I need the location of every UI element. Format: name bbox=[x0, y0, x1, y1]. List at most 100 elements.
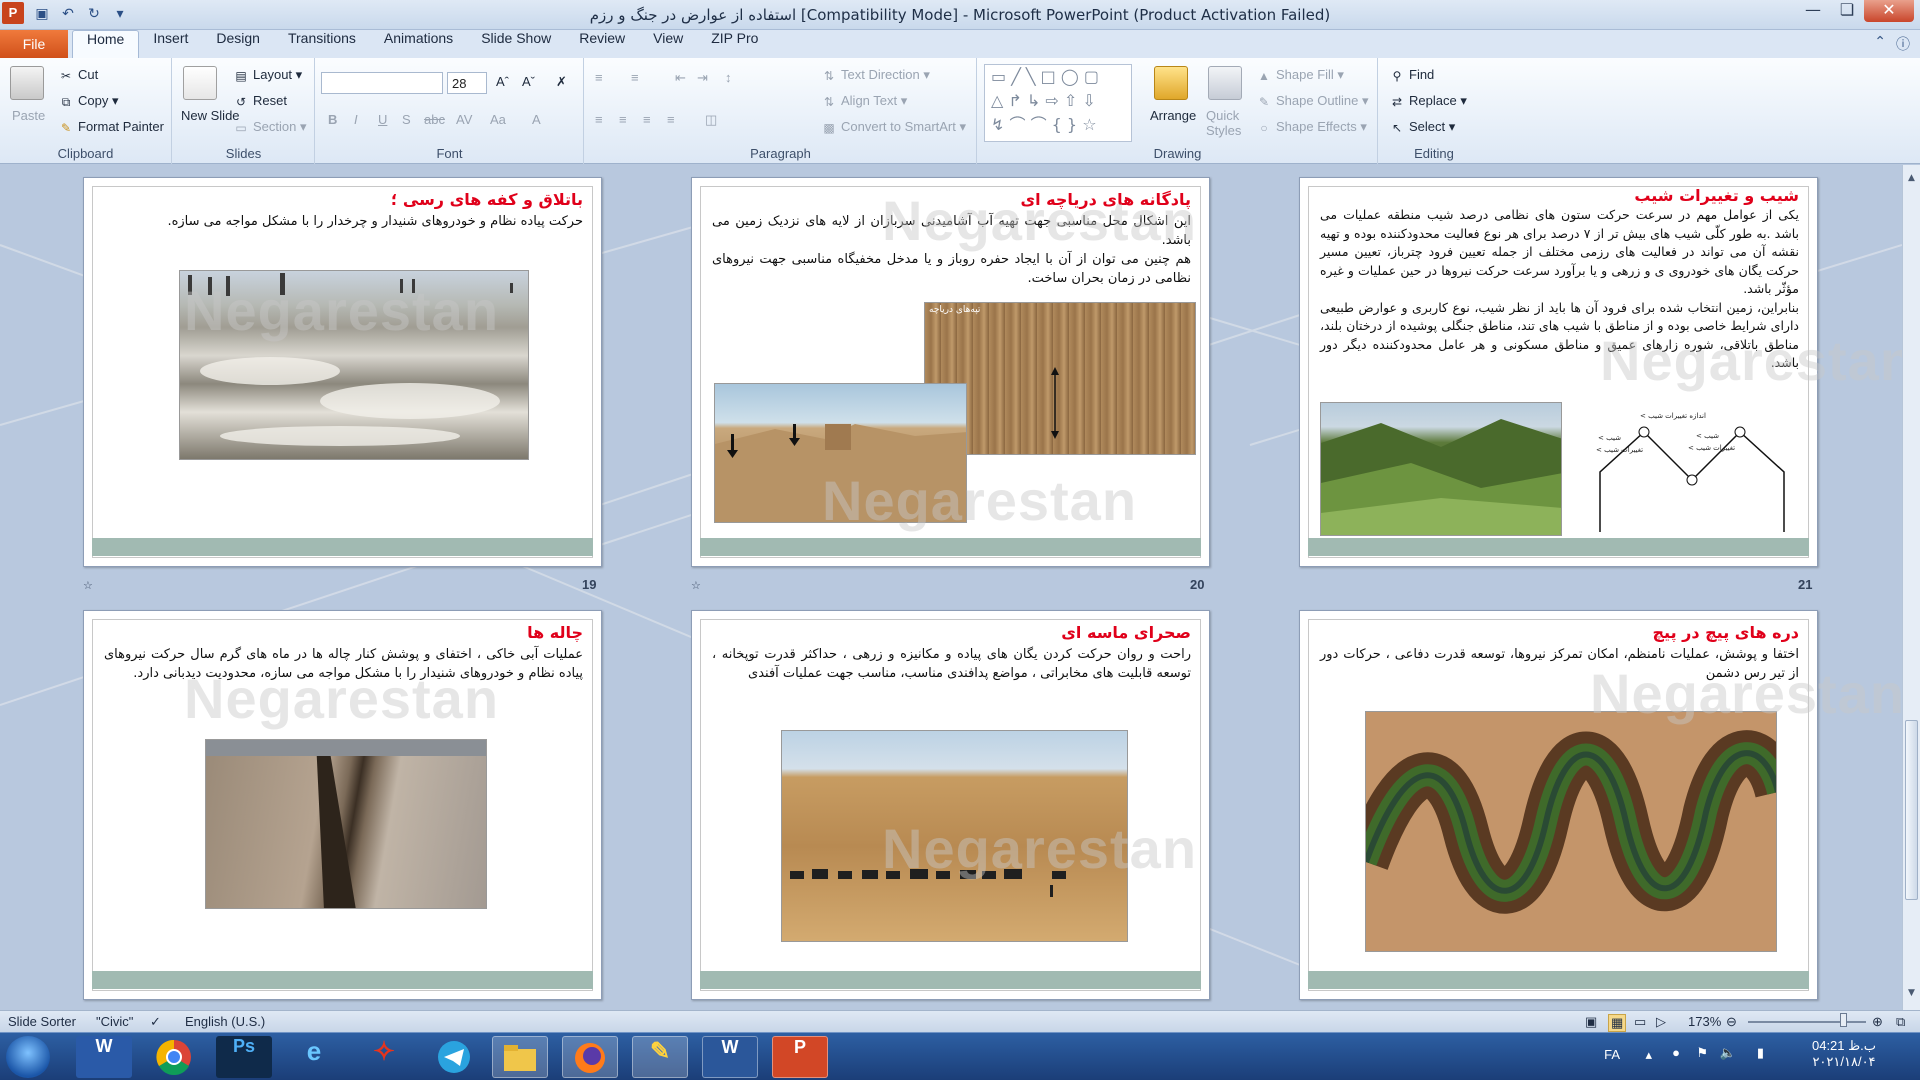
close-button[interactable]: ✕ bbox=[1864, 0, 1914, 22]
shape-effects-button[interactable]: ○ Shape Effects ▾ bbox=[1256, 119, 1366, 136]
align-right-icon[interactable]: ≡ bbox=[643, 112, 651, 127]
line-spacing-icon[interactable]: ↕ bbox=[725, 70, 732, 85]
tab-transitions[interactable]: Transitions bbox=[274, 30, 370, 58]
powerpoint-taskbar-icon[interactable]: P bbox=[772, 1036, 828, 1078]
new-slide-icon[interactable] bbox=[183, 66, 217, 100]
input-language[interactable]: FA bbox=[1604, 1047, 1620, 1062]
justify-icon[interactable]: ≡ bbox=[667, 112, 675, 127]
slide-sorter-view-icon[interactable]: ▦ bbox=[1608, 1014, 1627, 1032]
help-icon[interactable]: ⓘ bbox=[1896, 34, 1910, 54]
slide-thumbnail[interactable]: چاله ها عملیات آبی خاکی ، اختفای و پوشش … bbox=[83, 610, 602, 1000]
start-button[interactable] bbox=[6, 1036, 50, 1078]
increase-indent-icon[interactable]: ⇥ bbox=[697, 70, 708, 86]
shapes-gallery[interactable]: ▭ ╱ ╲ □ ◯ ▢ △ ↱ ↳ ⇨ ⇧ ⇩ ↯ ⌒ ⌒ { } ☆ bbox=[984, 64, 1132, 142]
internet-explorer-icon[interactable]: e bbox=[286, 1036, 342, 1078]
shape-outline-button[interactable]: ✎ Shape Outline ▾ bbox=[1256, 93, 1369, 110]
paste-button[interactable]: Paste bbox=[12, 108, 45, 123]
align-center-icon[interactable]: ≡ bbox=[619, 112, 627, 127]
numbering-icon[interactable]: ≡ bbox=[631, 70, 639, 85]
quick-styles-icon[interactable] bbox=[1208, 66, 1242, 100]
firefox-icon[interactable] bbox=[562, 1036, 618, 1078]
tab-insert[interactable]: Insert bbox=[139, 30, 202, 58]
find-button[interactable]: ⚲ Find bbox=[1389, 67, 1435, 84]
clock[interactable]: 04:21 ب.ظ ۲۰۲۱/۱۸/۰۴ bbox=[1794, 1038, 1894, 1070]
align-text-button[interactable]: ⇅ Align Text ▾ bbox=[821, 93, 907, 110]
tab-animations[interactable]: Animations bbox=[370, 30, 467, 58]
shape-fill-button[interactable]: ▲ Shape Fill ▾ bbox=[1256, 67, 1344, 84]
grow-font-icon[interactable]: Aˆ bbox=[496, 74, 509, 89]
replace-button[interactable]: ⇄ Replace ▾ bbox=[1389, 93, 1467, 110]
slide-thumbnail[interactable]: دره های پیچ در پیچ اختفا و پوشش، عملیات … bbox=[1299, 610, 1902, 1000]
shrink-font-icon[interactable]: Aˇ bbox=[522, 74, 535, 89]
restore-button[interactable]: ❏ bbox=[1830, 0, 1864, 22]
tab-design[interactable]: Design bbox=[202, 30, 274, 58]
fit-to-window-icon[interactable]: ⧉ bbox=[1896, 1014, 1905, 1030]
tab-zip-pro[interactable]: ZIP Pro bbox=[697, 30, 772, 58]
paint-icon[interactable]: ✎ bbox=[632, 1036, 688, 1078]
tab-view[interactable]: View bbox=[639, 30, 697, 58]
format-painter-button[interactable]: ✎ Format Painter bbox=[58, 119, 164, 136]
bold-icon[interactable]: B bbox=[328, 112, 337, 127]
arrange-button[interactable]: Arrange bbox=[1150, 108, 1196, 123]
tab-home[interactable]: Home bbox=[72, 30, 140, 58]
font-family-dropdown[interactable] bbox=[321, 72, 443, 94]
slide-thumbnail[interactable]: صحرای ماسه ای راحت و روان حرکت کردن یگان… bbox=[691, 610, 1210, 1000]
zoom-level[interactable]: 173% bbox=[1688, 1014, 1721, 1029]
network-icon[interactable]: ● bbox=[1672, 1045, 1680, 1060]
scroll-down-icon[interactable]: ▼ bbox=[1905, 988, 1918, 1002]
decrease-indent-icon[interactable]: ⇤ bbox=[675, 70, 686, 86]
columns-icon[interactable]: ◫ bbox=[705, 112, 717, 128]
minimize-button[interactable]: — bbox=[1796, 0, 1830, 22]
bullets-icon[interactable]: ≡ bbox=[595, 70, 603, 85]
clear-format-icon[interactable]: ✗ bbox=[556, 74, 567, 90]
cut-button[interactable]: ✂ Cut bbox=[58, 67, 98, 84]
change-case-icon[interactable]: Aa bbox=[490, 112, 506, 127]
minimize-ribbon-icon[interactable]: ⌃ bbox=[1874, 34, 1886, 54]
char-spacing-icon[interactable]: AV bbox=[456, 112, 472, 127]
zoom-out-icon[interactable]: ⊖ bbox=[1726, 1014, 1737, 1030]
vertical-scrollbar[interactable]: ▲ ▼ bbox=[1902, 165, 1920, 1010]
scroll-thumb[interactable] bbox=[1905, 720, 1918, 900]
shadow-icon[interactable]: S bbox=[402, 112, 411, 127]
battery-icon[interactable]: ▮ bbox=[1757, 1045, 1764, 1061]
select-button[interactable]: ↖ Select ▾ bbox=[1389, 119, 1455, 136]
zoom-slider-thumb[interactable] bbox=[1840, 1013, 1847, 1027]
slide-show-icon[interactable]: ▷ bbox=[1656, 1014, 1666, 1030]
file-tab[interactable]: File bbox=[0, 30, 68, 58]
slide-thumbnail[interactable]: شیب و تغییرات شیب یکی از عوامل مهم در سر… bbox=[1299, 177, 1902, 567]
zoom-slider[interactable] bbox=[1748, 1021, 1866, 1023]
text-direction-button[interactable]: ⇅ Text Direction ▾ bbox=[821, 67, 930, 84]
scroll-up-icon[interactable]: ▲ bbox=[1905, 173, 1918, 187]
italic-icon[interactable]: I bbox=[354, 112, 358, 127]
font-color-icon[interactable]: A bbox=[532, 112, 541, 127]
spellcheck-icon[interactable]: ✓ bbox=[150, 1014, 161, 1030]
word-icon[interactable]: W bbox=[76, 1036, 132, 1078]
strikethrough-icon[interactable]: abc bbox=[424, 112, 445, 127]
reading-view-icon[interactable]: ▭ bbox=[1634, 1014, 1646, 1030]
photoshop-icon[interactable]: Ps bbox=[216, 1036, 272, 1078]
chrome-icon[interactable] bbox=[146, 1036, 202, 1078]
section-button[interactable]: ▭ Section ▾ bbox=[233, 119, 306, 136]
volume-icon[interactable]: 🔈 bbox=[1720, 1045, 1736, 1061]
word-active-icon[interactable]: W bbox=[702, 1036, 758, 1078]
tab-slide-show[interactable]: Slide Show bbox=[467, 30, 565, 58]
flash-icon[interactable]: ✧ bbox=[356, 1036, 412, 1078]
quick-styles-button[interactable]: Quick Styles bbox=[1206, 108, 1246, 138]
font-size-dropdown[interactable]: 28 bbox=[447, 72, 487, 94]
normal-view-icon[interactable]: ▣ bbox=[1585, 1014, 1597, 1030]
copy-button[interactable]: ⧉ Copy ▾ bbox=[58, 93, 119, 110]
new-slide-button[interactable]: New Slide bbox=[181, 108, 240, 123]
zoom-in-icon[interactable]: ⊕ bbox=[1872, 1014, 1883, 1030]
arrange-icon[interactable] bbox=[1154, 66, 1188, 100]
align-left-icon[interactable]: ≡ bbox=[595, 112, 603, 127]
convert-smartart-button[interactable]: ▩ Convert to SmartArt ▾ bbox=[821, 119, 966, 136]
slide-thumbnail[interactable]: باتلاق و کفه های رسی ؛ حرکت پیاده نظام و… bbox=[83, 177, 602, 567]
language[interactable]: English (U.S.) bbox=[185, 1014, 265, 1029]
slide-thumbnail[interactable]: پادگانه های دریاچه ای این اشکال محل مناس… bbox=[691, 177, 1210, 567]
underline-icon[interactable]: U bbox=[378, 112, 387, 127]
action-center-icon[interactable]: ⚑ bbox=[1696, 1045, 1708, 1061]
tab-review[interactable]: Review bbox=[565, 30, 639, 58]
telegram-icon[interactable] bbox=[426, 1036, 482, 1078]
paste-icon[interactable] bbox=[10, 66, 44, 100]
file-explorer-icon[interactable] bbox=[492, 1036, 548, 1078]
